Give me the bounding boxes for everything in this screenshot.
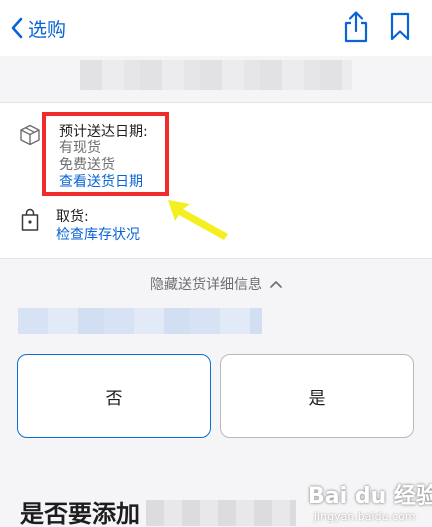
add-question-heading: 是否要添加 — [20, 500, 140, 527]
watermark-url: jingyan.baidu.com — [314, 510, 416, 523]
navigation-bar: 选购 — [0, 0, 432, 56]
chevron-up-icon — [270, 281, 282, 288]
yes-option-label: 是 — [308, 388, 326, 409]
back-label: 选购 — [28, 18, 67, 41]
bag-icon — [21, 208, 39, 231]
chevron-left-icon — [11, 17, 23, 39]
annotation-arrow-icon — [168, 200, 228, 240]
pickup-title: 取货: — [56, 209, 89, 225]
no-option-label: 否 — [105, 388, 123, 409]
yes-option-button[interactable]: 是 — [220, 354, 414, 438]
obscured-link — [18, 308, 262, 334]
baidu-watermark: Bai du 经验 jingyan.baidu.com — [308, 478, 432, 526]
bookmark-icon[interactable] — [389, 12, 411, 42]
hide-details-toggle[interactable]: 隐藏送货详细信息 — [0, 259, 432, 309]
highlight-box — [42, 112, 169, 196]
share-icon[interactable] — [341, 10, 371, 44]
back-button[interactable]: 选购 — [10, 10, 66, 46]
no-option-button[interactable]: 否 — [17, 354, 211, 438]
obscured-question-text — [146, 500, 296, 526]
box-icon — [20, 124, 40, 146]
obscured-price-info — [80, 60, 352, 90]
check-stock-link[interactable]: 检查库存状况 — [56, 226, 140, 244]
baidu-logo: Bai du 经验 — [308, 484, 432, 509]
hide-details-label: 隐藏送货详细信息 — [150, 277, 262, 293]
